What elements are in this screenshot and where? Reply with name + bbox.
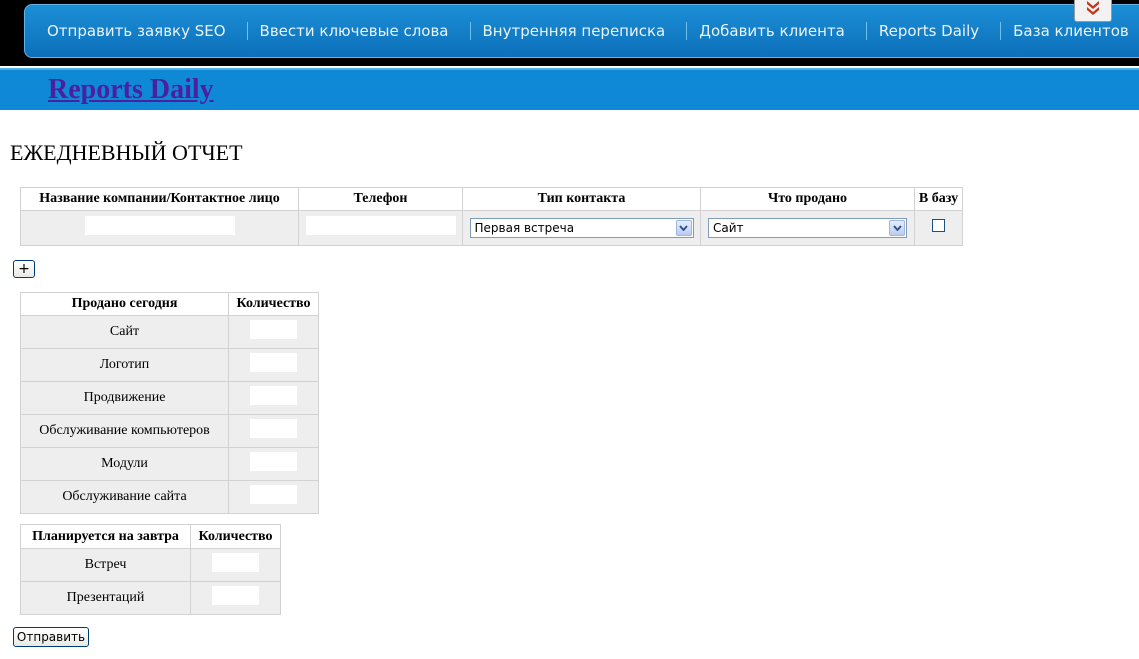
nav-item-internal-mail[interactable]: Внутренняя переписка: [471, 22, 688, 40]
contact-type-cell: Первая встреча: [462, 210, 701, 246]
quantity-field[interactable]: [250, 419, 297, 438]
chevron-down-icon: [675, 220, 692, 236]
company-cell: [20, 210, 299, 246]
column-header-quantity: Количество: [228, 292, 319, 316]
phone-field[interactable]: [305, 216, 456, 235]
add-row-button[interactable]: +: [13, 260, 35, 278]
quantity-cell: [228, 414, 319, 448]
row-label: Продвижение: [20, 381, 229, 415]
sold-value: Сайт: [713, 221, 744, 235]
quantity-field[interactable]: [250, 353, 297, 372]
quantity-field[interactable]: [250, 386, 297, 405]
download-arrow-icon: [1084, 0, 1102, 22]
download-button[interactable]: [1074, 0, 1112, 22]
main-nav: Отправить заявку SEO Ввести ключевые сло…: [24, 4, 1139, 58]
planned-header-row: Планируется на завтра Количество: [20, 524, 281, 549]
row-label: Логотип: [20, 348, 229, 382]
contact-type-select[interactable]: Первая встреча: [469, 218, 694, 238]
sold-select[interactable]: Сайт: [708, 218, 907, 238]
quantity-cell: [228, 315, 319, 349]
quantity-field[interactable]: [212, 553, 259, 572]
nav-item-add-client[interactable]: Добавить клиента: [687, 22, 867, 40]
contacts-table: Название компании/Контактное лицо Телефо…: [20, 187, 963, 246]
phone-cell: [298, 210, 463, 246]
column-header-sold-today: Продано сегодня: [20, 292, 229, 316]
company-field[interactable]: [84, 216, 235, 235]
top-bar: Отправить заявку SEO Ввести ключевые сло…: [0, 0, 1139, 66]
row-label: Встреч: [20, 548, 191, 582]
nav-item-client-base[interactable]: База клиентов: [1001, 22, 1139, 40]
column-header-company: Название компании/Контактное лицо: [20, 187, 299, 211]
quantity-cell: [228, 480, 319, 514]
contact-type-value: Первая встреча: [474, 221, 575, 235]
column-header-quantity: Количество: [190, 524, 281, 549]
column-header-planned: Планируется на завтра: [20, 524, 191, 549]
sold-cell: Сайт: [700, 210, 915, 246]
contacts-header-row: Название компании/Контактное лицо Телефо…: [20, 187, 963, 211]
table-row: Продвижение: [20, 381, 319, 415]
table-row: Первая встреча Сайт: [20, 210, 963, 246]
header-band: Reports Daily: [0, 68, 1139, 110]
nav-item-seo-request[interactable]: Отправить заявку SEO: [35, 22, 248, 40]
quantity-field[interactable]: [250, 320, 297, 339]
submit-button[interactable]: Отправить: [13, 627, 89, 647]
to-base-cell: [914, 210, 963, 246]
quantity-field[interactable]: [250, 452, 297, 471]
sold-today-header-row: Продано сегодня Количество: [20, 292, 319, 316]
table-row: Сайт: [20, 315, 319, 349]
quantity-cell: [190, 581, 281, 615]
to-base-checkbox[interactable]: [932, 219, 945, 232]
nav-item-keywords[interactable]: Ввести ключевые слова: [248, 22, 471, 40]
quantity-field[interactable]: [212, 586, 259, 605]
row-label: Сайт: [20, 315, 229, 349]
column-header-contact-type: Тип контакта: [462, 187, 701, 211]
table-row: Модули: [20, 447, 319, 481]
table-row: Встреч: [20, 548, 281, 582]
column-header-sold: Что продано: [700, 187, 915, 211]
page-title: ЕЖЕДНЕВНЫЙ ОТЧЕТ: [10, 140, 243, 165]
row-label: Обслуживание сайта: [20, 480, 229, 514]
quantity-field[interactable]: [250, 485, 297, 504]
row-label: Модули: [20, 447, 229, 481]
row-label: Обслуживание компьютеров: [20, 414, 229, 448]
table-row: Обслуживание сайта: [20, 480, 319, 514]
column-header-phone: Телефон: [298, 187, 463, 211]
table-row: Логотип: [20, 348, 319, 382]
table-row: Презентаций: [20, 581, 281, 615]
quantity-cell: [228, 447, 319, 481]
quantity-cell: [228, 381, 319, 415]
row-label: Презентаций: [20, 581, 191, 615]
planned-tomorrow-table: Планируется на завтра Количество Встреч …: [20, 524, 281, 615]
table-row: Обслуживание компьютеров: [20, 414, 319, 448]
column-header-to-base: В базу: [914, 187, 963, 211]
nav-item-reports-daily[interactable]: Reports Daily: [867, 22, 1002, 40]
chevron-down-icon: [889, 220, 905, 236]
site-title-link[interactable]: Reports Daily: [48, 74, 214, 106]
sold-today-table: Продано сегодня Количество Сайт Логотип …: [20, 292, 319, 514]
quantity-cell: [228, 348, 319, 382]
quantity-cell: [190, 548, 281, 582]
